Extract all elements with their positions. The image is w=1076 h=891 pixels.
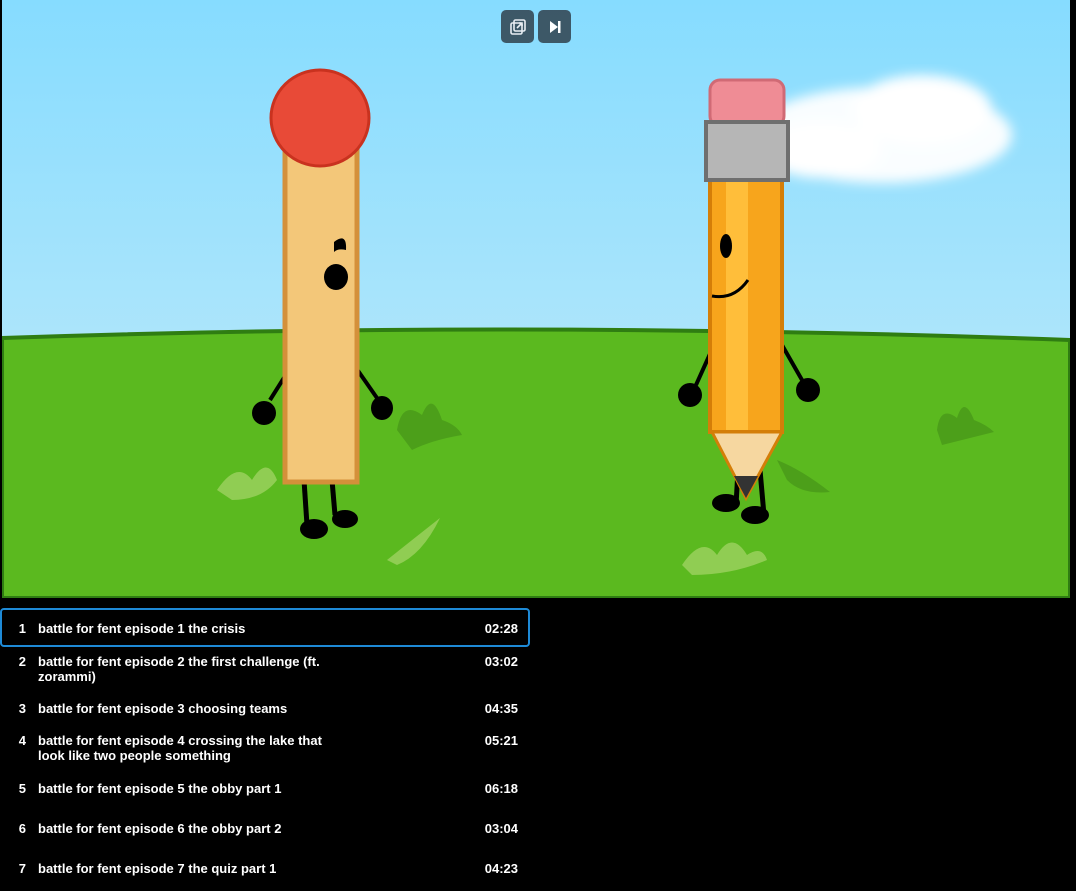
playlist-item-duration: 05:21 <box>484 733 518 748</box>
video-scene-image <box>2 0 1070 598</box>
skip-next-icon <box>549 20 560 33</box>
playlist-item-duration: 03:02 <box>484 654 518 669</box>
playlist-item-duration: 06:18 <box>484 781 518 796</box>
popout-icon <box>509 18 526 35</box>
playlist-item-title: battle for fent episode 5 the obby part … <box>38 781 282 796</box>
playlist-item-title: battle for fent episode 6 the obby part … <box>38 821 282 836</box>
video-frame[interactable] <box>2 0 1070 598</box>
playlist-item[interactable]: 3 battle for fent episode 3 choosing tea… <box>0 699 530 731</box>
player-top-controls <box>501 10 571 43</box>
playlist-item-number: 2 <box>18 654 26 669</box>
playlist-item[interactable]: 6 battle for fent episode 6 the obby par… <box>0 819 530 859</box>
playlist-item-duration: 02:28 <box>484 621 518 636</box>
playlist-item-number: 4 <box>18 733 26 748</box>
playlist-item[interactable]: 4 battle for fent episode 4 crossing the… <box>0 731 530 779</box>
playlist-item[interactable]: 2 battle for fent episode 2 the first ch… <box>0 647 530 699</box>
playlist-item[interactable]: 7 battle for fent episode 7 the quiz par… <box>0 859 530 891</box>
playlist: 1 battle for fent episode 1 the crisis 0… <box>0 608 530 891</box>
playlist-item-title: battle for fent episode 3 choosing teams <box>38 701 288 716</box>
playlist-item-title: battle for fent episode 2 the first chal… <box>38 654 320 684</box>
playlist-item-number: 3 <box>18 701 26 716</box>
popout-button[interactable] <box>501 10 534 43</box>
next-button[interactable] <box>538 10 571 43</box>
playlist-item-number: 5 <box>18 781 26 796</box>
playlist-item[interactable]: 1 battle for fent episode 1 the crisis 0… <box>0 608 530 647</box>
playlist-item-duration: 04:35 <box>484 701 518 716</box>
playlist-item-number: 1 <box>18 621 26 636</box>
playlist-item-title: battle for fent episode 1 the crisis <box>38 621 246 636</box>
playlist-item[interactable]: 5 battle for fent episode 5 the obby par… <box>0 779 530 819</box>
video-player[interactable] <box>0 0 1076 600</box>
playlist-item-number: 6 <box>18 821 26 836</box>
playlist-item-duration: 03:04 <box>484 821 518 836</box>
playlist-item-title: battle for fent episode 4 crossing the l… <box>38 733 322 763</box>
playlist-item-duration: 04:23 <box>484 861 518 876</box>
